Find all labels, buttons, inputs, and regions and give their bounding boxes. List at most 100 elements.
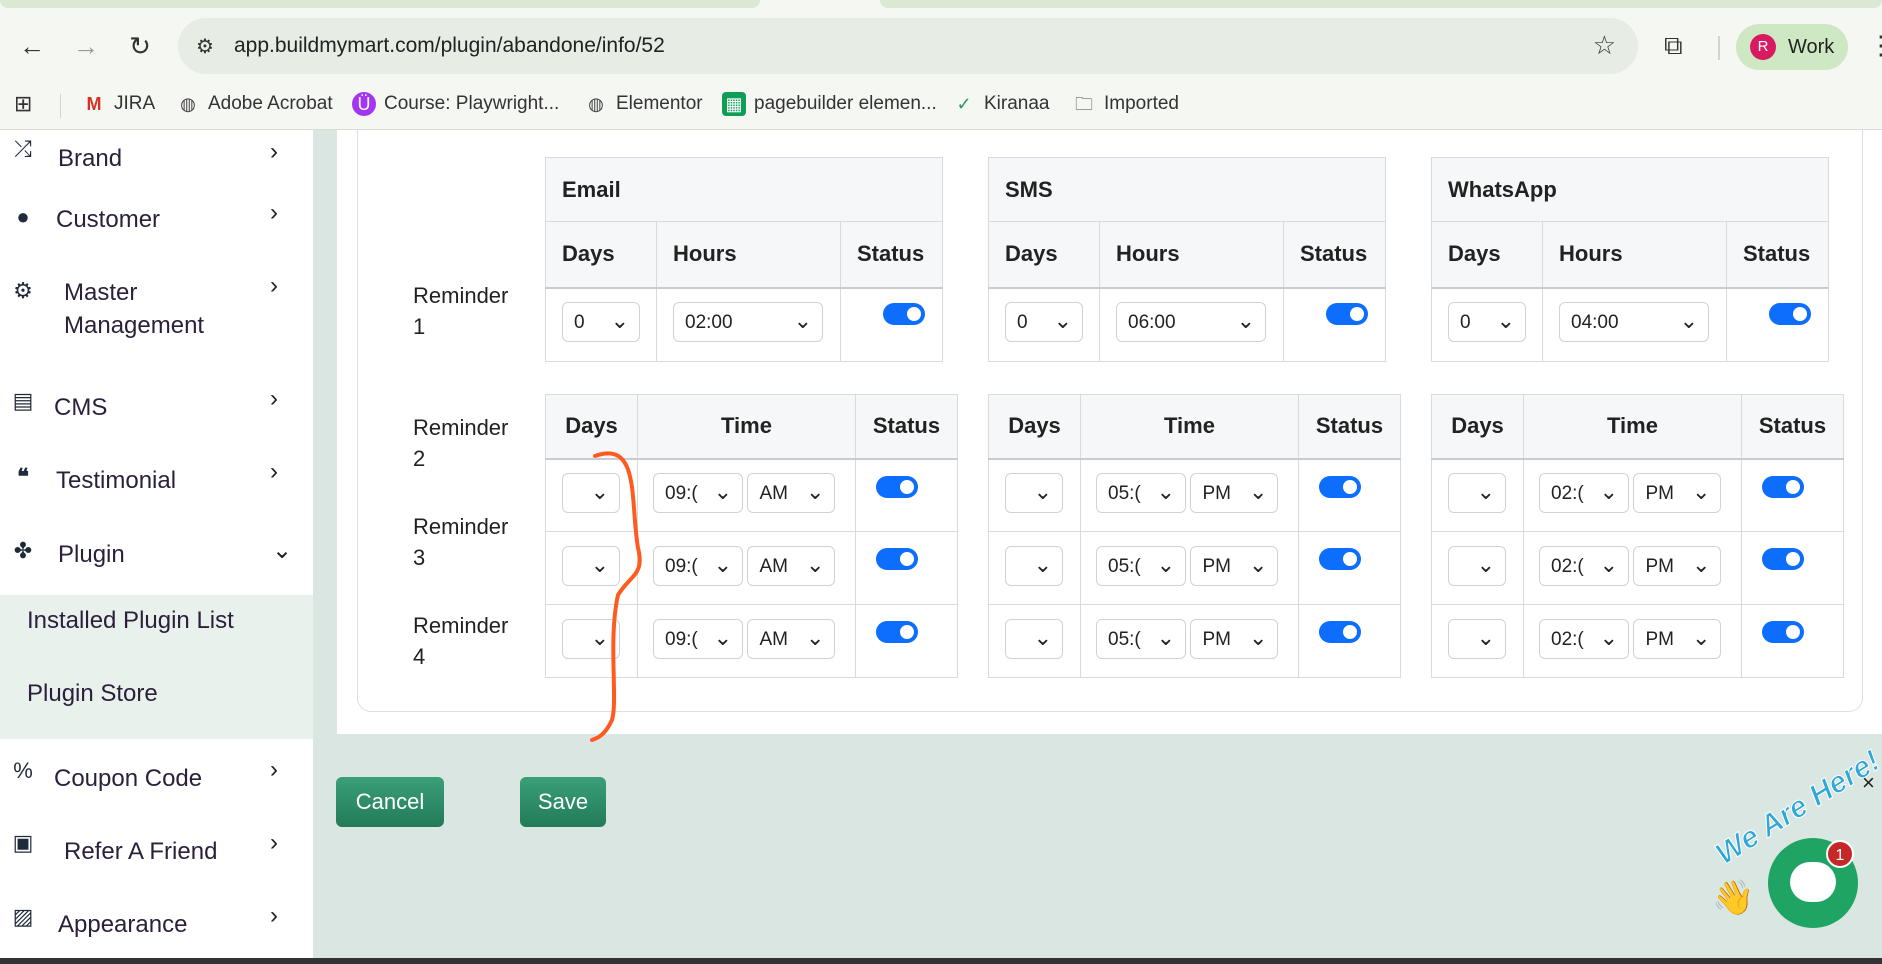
- time-select[interactable]: 05:(: [1096, 472, 1186, 513]
- hours-select[interactable]: 02:00: [673, 302, 823, 343]
- sidebar-item-label: Master Management: [64, 279, 205, 339]
- chevron-down-icon: [611, 308, 629, 334]
- sidebar-item-brand[interactable]: ⤮ Brand ›: [0, 130, 313, 190]
- days-select[interactable]: [1448, 472, 1506, 513]
- time-header: Time: [637, 394, 856, 460]
- status-toggle[interactable]: [1319, 475, 1361, 498]
- percent-icon: %: [13, 758, 33, 783]
- days-select[interactable]: [562, 545, 620, 586]
- shuffle-icon: ⤮: [14, 136, 32, 161]
- chevron-down-icon: [1477, 552, 1495, 578]
- time-select[interactable]: 09:(: [653, 545, 743, 586]
- ampm-select[interactable]: AM: [747, 545, 836, 586]
- chevron-down-icon: [714, 625, 732, 651]
- sidebar-item-master-management[interactable]: ⚙ Master Management ›: [0, 272, 313, 352]
- apps-grid-icon[interactable]: ⊞: [14, 90, 32, 118]
- days-select[interactable]: [1005, 545, 1063, 586]
- status-toggle[interactable]: [1762, 548, 1804, 570]
- reload-icon[interactable]: ↻: [124, 30, 156, 62]
- save-button[interactable]: Save: [520, 777, 606, 827]
- ampm-select[interactable]: AM: [747, 472, 836, 513]
- address-bar[interactable]: ⚙ app.buildmymart.com/plugin/abandone/in…: [178, 18, 1638, 74]
- sidebar-item-testimonial[interactable]: ❝ Testimonial ›: [0, 458, 313, 520]
- chevron-down-icon: [591, 625, 609, 651]
- status-toggle[interactable]: [883, 302, 925, 325]
- time-select[interactable]: 02:(: [1539, 618, 1629, 659]
- sidebar-item-refer-a-friend[interactable]: ▣ Refer A Friend ›: [0, 829, 313, 890]
- status-toggle[interactable]: [876, 548, 918, 570]
- site-settings-icon[interactable]: ⚙: [196, 34, 214, 59]
- bookmark-label: Elementor: [616, 93, 703, 114]
- days-select[interactable]: [1005, 618, 1063, 659]
- time-select[interactable]: 02:(: [1539, 545, 1629, 586]
- bookmark-elementor[interactable]: ◍ Elementor: [584, 90, 703, 118]
- sidebar-item-appearance[interactable]: ▨ Appearance ›: [0, 902, 313, 958]
- status-toggle[interactable]: [1762, 621, 1804, 643]
- chevron-down-icon: [1157, 552, 1175, 578]
- days-select[interactable]: [1448, 618, 1506, 659]
- hours-select[interactable]: 06:00: [1116, 302, 1266, 343]
- status-toggle[interactable]: [876, 475, 918, 498]
- bookmark-adobe-acrobat[interactable]: ◍ Adobe Acrobat: [176, 90, 333, 118]
- time-select[interactable]: 09:(: [653, 618, 743, 659]
- days-select[interactable]: 0: [1005, 302, 1083, 343]
- bookmark-star-icon[interactable]: ☆: [1593, 30, 1616, 61]
- ampm-select[interactable]: AM: [747, 618, 836, 659]
- hours-select[interactable]: 04:00: [1559, 302, 1709, 343]
- sidebar-item-customer[interactable]: ● Customer ›: [0, 190, 313, 250]
- divider: [1718, 36, 1720, 60]
- time-select[interactable]: 02:(: [1539, 472, 1629, 513]
- time-select[interactable]: 09:(: [653, 472, 743, 513]
- back-icon[interactable]: ←: [16, 30, 48, 62]
- days-select[interactable]: 0: [1448, 302, 1526, 343]
- select-value: 02:(: [1551, 628, 1584, 650]
- time-select[interactable]: 05:(: [1096, 545, 1186, 586]
- sidebar-item-label: Appearance: [58, 911, 188, 938]
- select-value: 05:(: [1108, 555, 1141, 577]
- browser-tab[interactable]: [0, 0, 760, 8]
- sheets-icon: ▦: [722, 92, 746, 116]
- ampm-select[interactable]: PM: [1190, 618, 1279, 659]
- days-select[interactable]: [1005, 472, 1063, 513]
- status-toggle[interactable]: [876, 621, 918, 643]
- ampm-select[interactable]: PM: [1190, 545, 1279, 586]
- ampm-select[interactable]: PM: [1190, 472, 1279, 513]
- sidebar-subitem-installed-plugin-list[interactable]: Installed Plugin List: [27, 607, 234, 635]
- status-toggle[interactable]: [1769, 302, 1811, 325]
- select-value: AM: [759, 628, 788, 650]
- ampm-select[interactable]: PM: [1633, 472, 1722, 513]
- chevron-right-icon: ›: [270, 199, 278, 226]
- bookmark-imported[interactable]: 🗀 Imported: [1072, 90, 1179, 118]
- extensions-icon[interactable]: ⧉: [1664, 30, 1683, 62]
- bookmark-kiranaa[interactable]: ✓ Kiranaa: [952, 90, 1049, 118]
- sidebar-subitem-plugin-store[interactable]: Plugin Store: [27, 680, 158, 708]
- ampm-select[interactable]: PM: [1633, 545, 1722, 586]
- select-value: 09:(: [665, 628, 698, 650]
- ampm-select[interactable]: PM: [1633, 618, 1722, 659]
- cancel-button[interactable]: Cancel: [336, 777, 444, 827]
- status-header: Status: [855, 394, 958, 460]
- bookmark-course-playwright[interactable]: Ü Course: Playwright...: [352, 90, 559, 118]
- days-select[interactable]: 0: [562, 302, 640, 343]
- bookmark-pagebuilder[interactable]: ▦ pagebuilder elemen...: [722, 90, 937, 118]
- channel-header-email: Email: [545, 157, 943, 222]
- plugin-submenu: Installed Plugin List Plugin Store: [0, 595, 313, 739]
- chevron-down-icon: [1034, 479, 1052, 505]
- browser-tab[interactable]: [880, 0, 1882, 8]
- more-menu-icon[interactable]: ⋮: [1868, 30, 1882, 61]
- time-select[interactable]: 05:(: [1096, 618, 1186, 659]
- status-toggle[interactable]: [1319, 548, 1361, 570]
- status-toggle[interactable]: [1762, 475, 1804, 498]
- status-toggle[interactable]: [1319, 621, 1361, 643]
- days-select[interactable]: [1448, 545, 1506, 586]
- status-toggle[interactable]: [1326, 302, 1368, 325]
- days-select[interactable]: [562, 472, 620, 513]
- sidebar-item-cms[interactable]: ▤ CMS ›: [0, 385, 313, 448]
- bookmark-jira[interactable]: M JIRA: [82, 90, 156, 118]
- sidebar-item-coupon-code[interactable]: % Coupon Code ›: [0, 756, 313, 818]
- days-select[interactable]: [562, 618, 620, 659]
- profile-button[interactable]: R Work: [1736, 24, 1848, 70]
- url-text[interactable]: app.buildmymart.com/plugin/abandone/info…: [234, 34, 665, 58]
- forward-icon[interactable]: →: [70, 30, 102, 62]
- sidebar-item-plugin[interactable]: ✤ Plugin ⌄: [0, 532, 313, 592]
